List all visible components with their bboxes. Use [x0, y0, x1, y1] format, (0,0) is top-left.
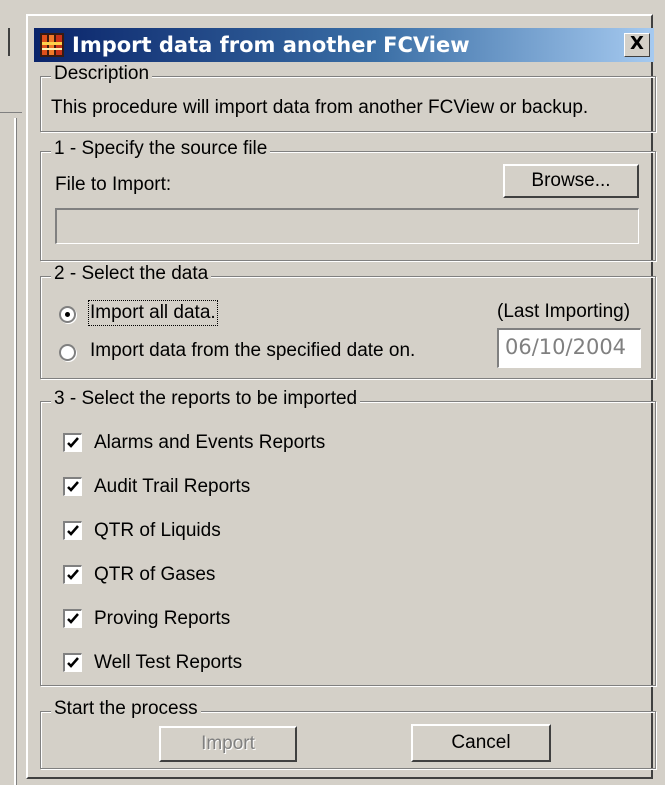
select-data-legend: 2 - Select the data — [51, 263, 212, 285]
import-button[interactable]: Import — [159, 726, 297, 762]
reports-group: 3 - Select the reports to be imported Al… — [40, 388, 656, 686]
parent-window-divider — [8, 28, 10, 56]
parent-window-separator — [0, 112, 22, 113]
qtr-liquids-label[interactable]: QTR of Liquids — [94, 520, 221, 542]
source-file-legend: 1 - Specify the source file — [51, 138, 271, 160]
import-from-date-radio[interactable] — [59, 344, 76, 361]
import-all-radio[interactable] — [59, 306, 76, 323]
qtr-gases-label[interactable]: QTR of Gases — [94, 564, 215, 586]
alarms-events-checkbox[interactable] — [63, 433, 82, 452]
checkmark-icon — [67, 481, 79, 492]
dialog-title: Import data from another FCView — [72, 33, 470, 57]
cancel-button[interactable]: Cancel — [411, 724, 551, 762]
audit-trail-checkbox[interactable] — [63, 477, 82, 496]
qtr-liquids-checkbox[interactable] — [63, 521, 82, 540]
description-group: Description This procedure will import d… — [40, 63, 656, 132]
source-file-group: 1 - Specify the source file File to Impo… — [40, 138, 656, 261]
checkmark-icon — [67, 613, 79, 624]
last-importing-label: (Last Importing) — [497, 301, 631, 322]
alarms-events-label[interactable]: Alarms and Events Reports — [94, 432, 325, 454]
description-text: This procedure will import data from ano… — [51, 97, 589, 118]
fcview-app-icon — [40, 33, 64, 57]
reports-legend: 3 - Select the reports to be imported — [51, 388, 361, 410]
checkmark-icon — [67, 657, 79, 668]
title-bar[interactable]: Import data from another FCView X — [34, 28, 654, 62]
parent-window-edge — [0, 0, 22, 785]
description-legend: Description — [51, 63, 153, 85]
import-from-date-label[interactable]: Import data from the specified date on. — [90, 340, 415, 362]
checkmark-icon — [67, 437, 79, 448]
radio-selected-dot — [65, 312, 70, 317]
checkmark-icon — [67, 525, 79, 536]
process-legend: Start the process — [51, 698, 201, 720]
import-all-label[interactable]: Import all data. — [88, 300, 218, 326]
proving-reports-label[interactable]: Proving Reports — [94, 608, 230, 630]
audit-trail-label[interactable]: Audit Trail Reports — [94, 476, 250, 498]
file-path-field[interactable] — [55, 208, 639, 244]
process-group: Start the process Import Cancel — [40, 698, 656, 769]
checkmark-icon — [67, 569, 79, 580]
proving-reports-checkbox[interactable] — [63, 609, 82, 628]
close-button[interactable]: X — [624, 33, 650, 57]
well-test-label[interactable]: Well Test Reports — [94, 652, 242, 674]
well-test-checkbox[interactable] — [63, 653, 82, 672]
qtr-gases-checkbox[interactable] — [63, 565, 82, 584]
select-data-group: 2 - Select the data Import all data. Imp… — [40, 263, 656, 379]
date-field[interactable]: 06/10/2004 — [497, 328, 641, 368]
parent-window-border — [14, 118, 17, 785]
file-to-import-label: File to Import: — [55, 174, 172, 195]
browse-button[interactable]: Browse... — [503, 164, 639, 198]
